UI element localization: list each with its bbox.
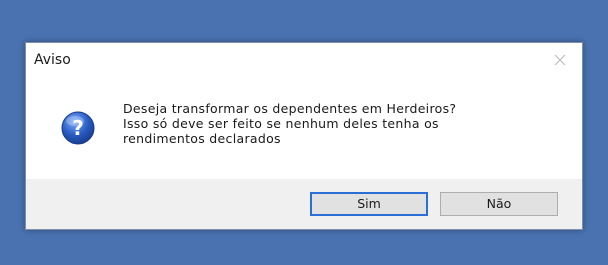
message-line: Isso só deve ser feito se nenhum deles t… xyxy=(123,116,439,131)
yes-button[interactable]: Sim xyxy=(310,192,428,216)
dialog-message: Deseja transformar os dependentes em Her… xyxy=(123,101,563,146)
window-title: Aviso xyxy=(34,52,71,68)
close-button[interactable] xyxy=(550,50,570,70)
dialog-content: ? Deseja transformar os dependentes em H… xyxy=(26,77,582,173)
no-button[interactable]: Não xyxy=(440,192,558,216)
close-icon xyxy=(550,50,570,70)
question-icon: ? xyxy=(61,111,95,145)
title-bar[interactable]: Aviso xyxy=(26,43,582,77)
svg-text:?: ? xyxy=(72,116,84,140)
message-line: rendimentos declarados xyxy=(123,131,281,146)
button-bar: Sim Não xyxy=(26,179,582,229)
message-line: Deseja transformar os dependentes em Her… xyxy=(123,101,457,116)
message-dialog: Aviso ? Deseja transformar os dependente… xyxy=(25,42,583,230)
